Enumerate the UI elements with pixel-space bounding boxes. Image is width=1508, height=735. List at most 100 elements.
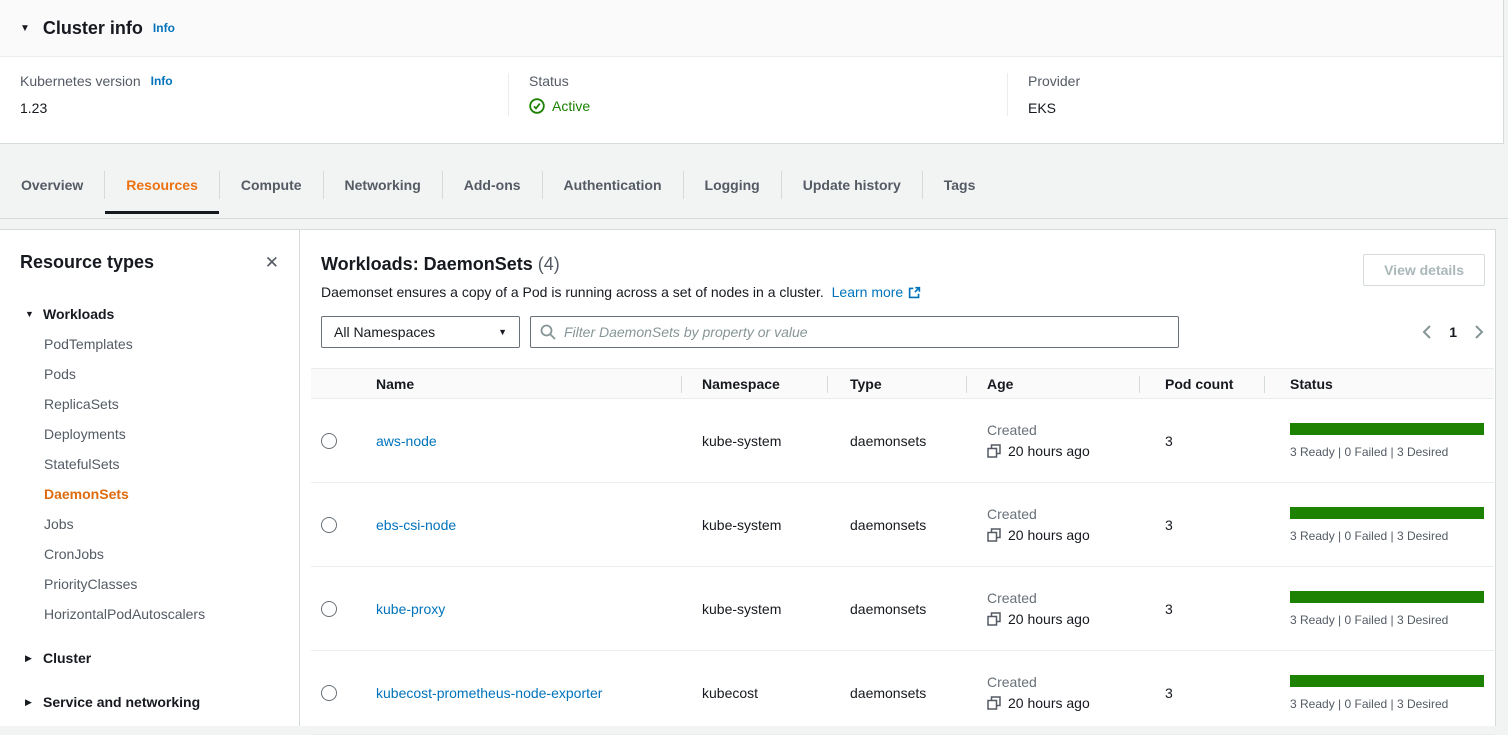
filter-field[interactable]	[530, 316, 1179, 348]
kubernetes-version-value: 1.23	[20, 100, 508, 116]
tree-group-service-and-networking-label: Service and networking	[43, 694, 200, 710]
cluster-info-body: Kubernetes version Info 1.23 Status Acti…	[0, 57, 1503, 116]
column-header-status[interactable]: Status	[1264, 369, 1494, 400]
tab-resources[interactable]: Resources	[105, 164, 219, 206]
status-text: 3 Ready | 0 Failed | 3 Desired	[1290, 697, 1494, 711]
status-cell: 3 Ready | 0 Failed | 3 Desired	[1264, 507, 1494, 543]
copy-icon[interactable]	[987, 612, 1001, 626]
copy-icon[interactable]	[987, 696, 1001, 710]
status-text: 3 Ready | 0 Failed | 3 Desired	[1290, 445, 1494, 459]
page-title: Workloads: DaemonSets	[321, 254, 533, 274]
column-header-namespace[interactable]: Namespace	[681, 369, 827, 400]
sidebar-item-statefulsets[interactable]: StatefulSets	[0, 449, 299, 479]
daemonset-name-link[interactable]: aws-node	[376, 433, 437, 449]
type-cell: daemonsets	[827, 685, 966, 701]
provider-value: EKS	[1028, 100, 1503, 116]
previous-page-button[interactable]	[1421, 324, 1432, 340]
tab-overview[interactable]: Overview	[0, 164, 104, 206]
status-text: 3 Ready | 0 Failed | 3 Desired	[1290, 529, 1494, 543]
column-header-type[interactable]: Type	[827, 369, 966, 400]
kubernetes-version-field: Kubernetes version Info 1.23	[0, 73, 508, 116]
daemonset-name-link[interactable]: kubecost-prometheus-node-exporter	[376, 685, 602, 701]
chevron-right-icon[interactable]: ▶	[25, 697, 43, 708]
type-cell: daemonsets	[827, 601, 966, 617]
resource-types-title: Resource types	[20, 252, 154, 273]
table-row: kubecost-prometheus-node-exporter kubeco…	[311, 651, 1494, 735]
tab-tags[interactable]: Tags	[923, 164, 997, 206]
sidebar-item-horizontalpodautoscalers[interactable]: HorizontalPodAutoscalers	[0, 599, 299, 629]
table-header-row: Name Namespace Type Age Pod count Status	[311, 368, 1494, 399]
next-page-button[interactable]	[1474, 324, 1485, 340]
copy-icon[interactable]	[987, 444, 1001, 458]
cluster-info-info-link[interactable]: Info	[153, 21, 175, 35]
sidebar-item-priorityclasses[interactable]: PriorityClasses	[0, 569, 299, 599]
tab-networking[interactable]: Networking	[324, 164, 442, 206]
pagination: 1	[1421, 324, 1485, 340]
tree-group-cluster-label: Cluster	[43, 650, 91, 666]
pod-count-cell: 3	[1139, 601, 1264, 617]
tree-group-cluster[interactable]: ▶ Cluster	[0, 643, 299, 673]
cluster-tab-bar: Overview Resources Compute Networking Ad…	[0, 144, 1508, 219]
column-header-pod-count[interactable]: Pod count	[1139, 369, 1264, 400]
status-cell: 3 Ready | 0 Failed | 3 Desired	[1264, 675, 1494, 711]
tab-compute[interactable]: Compute	[220, 164, 323, 206]
namespace-cell: kube-system	[681, 433, 827, 449]
external-link-icon	[908, 286, 921, 299]
namespace-select[interactable]: All Namespaces ▼	[321, 316, 520, 348]
sidebar-item-jobs[interactable]: Jobs	[0, 509, 299, 539]
table-row: kube-proxy kube-system daemonsets Create…	[311, 567, 1494, 651]
current-page-number[interactable]: 1	[1449, 324, 1457, 340]
cluster-info-panel: ▼ Cluster info Info Kubernetes version I…	[0, 0, 1504, 144]
cluster-info-header[interactable]: ▼ Cluster info Info	[0, 0, 1503, 57]
age-cell: Created 20 hours ago	[966, 674, 1139, 711]
status-cell: 3 Ready | 0 Failed | 3 Desired	[1264, 591, 1494, 627]
chevron-right-icon[interactable]: ▶	[25, 653, 43, 664]
sidebar-item-daemonsets[interactable]: DaemonSets	[0, 479, 299, 509]
close-icon[interactable]: ✕	[265, 254, 279, 271]
tab-add-ons[interactable]: Add-ons	[443, 164, 542, 206]
provider-field: Provider EKS	[1007, 73, 1503, 116]
view-details-button[interactable]: View details	[1363, 254, 1485, 286]
type-cell: daemonsets	[827, 433, 966, 449]
sidebar-item-replicasets[interactable]: ReplicaSets	[0, 389, 299, 419]
age-cell: Created 20 hours ago	[966, 422, 1139, 459]
column-header-age[interactable]: Age	[966, 369, 1139, 400]
daemonsets-table: Name Namespace Type Age Pod count Status…	[311, 368, 1494, 735]
tab-update-history[interactable]: Update history	[782, 164, 922, 206]
sidebar-item-deployments[interactable]: Deployments	[0, 419, 299, 449]
status-value: Active	[552, 98, 590, 114]
status-label: Status	[529, 73, 569, 89]
daemonset-name-link[interactable]: ebs-csi-node	[376, 517, 456, 533]
sidebar-item-podtemplates[interactable]: PodTemplates	[0, 329, 299, 359]
row-radio-button[interactable]	[321, 601, 337, 617]
daemonset-name-link[interactable]: kube-proxy	[376, 601, 445, 617]
table-row: ebs-csi-node kube-system daemonsets Crea…	[311, 483, 1494, 567]
tree-group-workloads[interactable]: ▼ Workloads	[0, 299, 299, 329]
status-bar	[1290, 591, 1484, 603]
copy-icon[interactable]	[987, 528, 1001, 542]
tree-group-workloads-label: Workloads	[43, 306, 114, 322]
sidebar-item-cronjobs[interactable]: CronJobs	[0, 539, 299, 569]
check-circle-icon	[529, 98, 545, 114]
type-cell: daemonsets	[827, 517, 966, 533]
column-header-name[interactable]: Name	[366, 369, 681, 400]
namespace-cell: kubecost	[681, 685, 827, 701]
row-radio-button[interactable]	[321, 433, 337, 449]
filter-input[interactable]	[562, 323, 1169, 341]
collapse-triangle-icon[interactable]: ▼	[20, 23, 30, 34]
learn-more-link[interactable]: Learn more	[832, 284, 922, 300]
cluster-info-title: Cluster info	[43, 18, 143, 39]
namespace-cell: kube-system	[681, 601, 827, 617]
tab-authentication[interactable]: Authentication	[543, 164, 683, 206]
chevron-down-icon[interactable]: ▼	[25, 309, 43, 319]
kubernetes-version-info-link[interactable]: Info	[151, 74, 173, 88]
row-radio-button[interactable]	[321, 685, 337, 701]
daemonsets-content: Workloads: DaemonSets (4) Daemonset ensu…	[300, 230, 1495, 726]
row-radio-button[interactable]	[321, 517, 337, 533]
tab-logging[interactable]: Logging	[684, 164, 781, 206]
status-field: Status Active	[508, 73, 1007, 116]
sidebar-item-pods[interactable]: Pods	[0, 359, 299, 389]
age-cell: Created 20 hours ago	[966, 506, 1139, 543]
tree-group-service-and-networking[interactable]: ▶ Service and networking	[0, 687, 299, 717]
chevron-down-icon: ▼	[498, 327, 507, 337]
